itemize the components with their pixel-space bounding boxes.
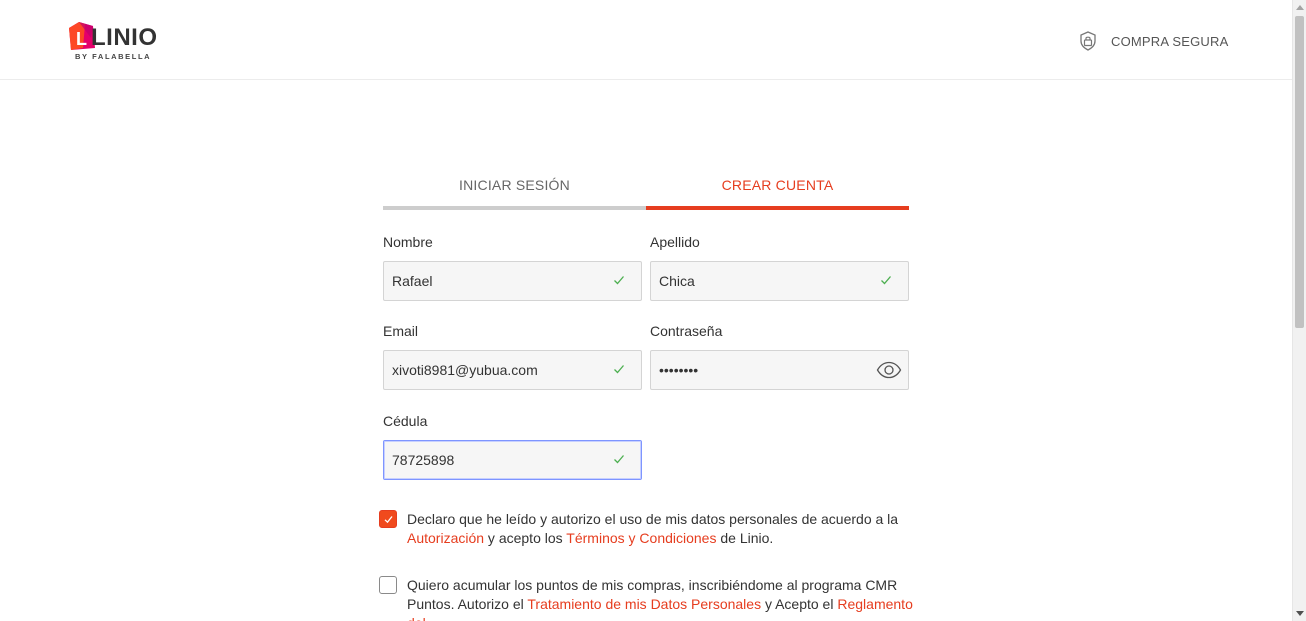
first-name-input[interactable] <box>392 262 602 300</box>
eye-icon[interactable] <box>876 360 902 380</box>
consent-text-part: Declaro que he leído y autorizo el uso d… <box>407 511 899 527</box>
data-treatment-link[interactable]: Tratamiento de mis Datos Personales <box>527 596 761 612</box>
secure-purchase-label: COMPRA SEGURA <box>1111 33 1229 49</box>
tab-login-label: INICIAR SESIÓN <box>459 177 570 193</box>
id-number-group: Cédula <box>383 413 642 480</box>
brand-name: LINIO <box>91 24 158 51</box>
email-group: Email <box>383 323 642 390</box>
cmr-points-checkbox[interactable] <box>379 576 397 594</box>
last-name-label: Apellido <box>650 234 700 250</box>
brand-subtitle: BY FALABELLA <box>75 52 152 61</box>
first-name-label: Nombre <box>383 234 433 250</box>
check-icon <box>614 365 624 374</box>
consent-text-part: y acepto los <box>484 530 567 546</box>
scroll-up-arrow-icon[interactable] <box>1296 5 1304 10</box>
check-icon <box>614 276 624 285</box>
check-icon <box>614 455 624 464</box>
scroll-down-arrow-icon[interactable] <box>1296 611 1304 616</box>
last-name-group: Apellido <box>650 234 909 301</box>
tab-create-account-label: CREAR CUENTA <box>721 177 834 193</box>
check-icon <box>881 276 891 285</box>
id-number-label: Cédula <box>383 413 428 429</box>
cmr-points-row: Quiero acumular los puntos de mis compra… <box>379 576 939 621</box>
id-number-input[interactable] <box>392 441 602 479</box>
last-name-input[interactable] <box>659 262 869 300</box>
email-label: Email <box>383 323 419 339</box>
data-consent-row: Declaro que he leído y autorizo el uso d… <box>379 510 939 550</box>
data-consent-text: Declaro que he leído y autorizo el uso d… <box>407 510 937 548</box>
cmr-points-text: Quiero acumular los puntos de mis compra… <box>407 576 937 621</box>
password-box[interactable] <box>650 350 909 390</box>
scrollbar-thumb[interactable] <box>1295 16 1304 328</box>
last-name-box[interactable] <box>650 261 909 301</box>
data-consent-checkbox[interactable] <box>379 510 397 528</box>
id-number-box[interactable] <box>383 440 642 480</box>
checkmark-icon <box>384 516 393 524</box>
lock-shield-icon <box>1080 31 1096 51</box>
first-name-group: Nombre <box>383 234 642 301</box>
secure-purchase-badge: COMPRA SEGURA <box>1079 30 1228 52</box>
consent-text-part: de Linio. <box>716 530 774 546</box>
svg-text:L: L <box>76 29 87 49</box>
page-header: L LINIO BY FALABELLA COMPRA SEGURA <box>0 0 1292 80</box>
password-group: Contraseña <box>650 323 909 390</box>
password-label: Contraseña <box>650 323 723 339</box>
tab-login[interactable]: INICIAR SESIÓN <box>383 170 646 210</box>
first-name-box[interactable] <box>383 261 642 301</box>
tab-create-account[interactable]: CREAR CUENTA <box>646 170 909 210</box>
email-input[interactable] <box>392 351 602 389</box>
page-scrollbar[interactable] <box>1292 0 1306 621</box>
linio-logo[interactable]: L LINIO BY FALABELLA <box>65 20 165 61</box>
cmr-text-part: y Acepto el <box>761 596 838 612</box>
email-box[interactable] <box>383 350 642 390</box>
terms-link[interactable]: Términos y Condiciones <box>566 530 716 546</box>
auth-tabs: INICIAR SESIÓN CREAR CUENTA <box>383 170 909 210</box>
password-input[interactable] <box>659 351 869 389</box>
authorization-link[interactable]: Autorización <box>407 530 484 546</box>
